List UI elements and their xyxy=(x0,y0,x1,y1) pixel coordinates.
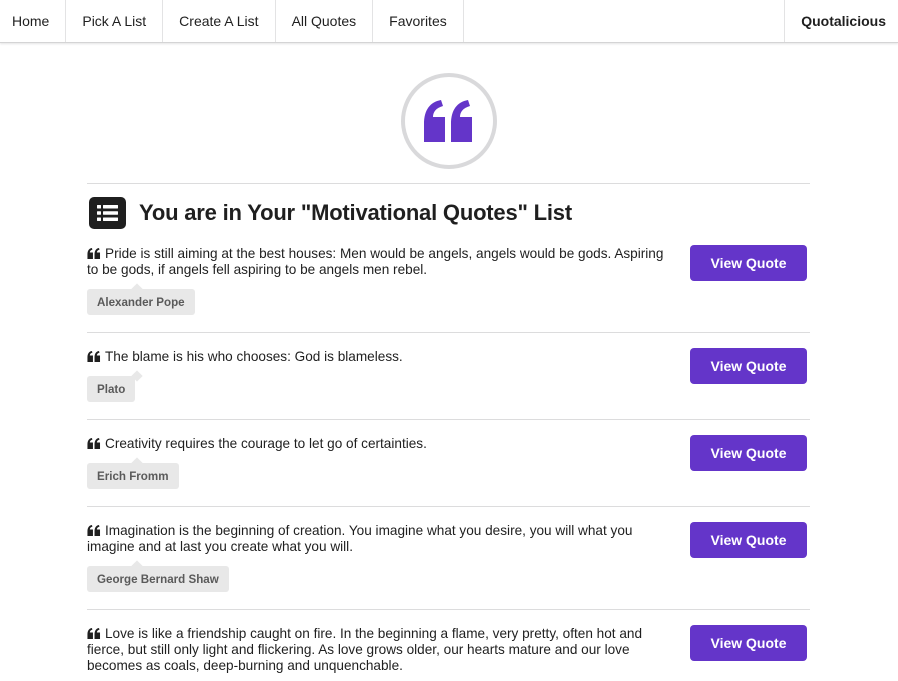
quote-left-icon xyxy=(87,351,101,362)
list-item: Imagination is the beginning of creation… xyxy=(87,522,810,609)
quote-text: Pride is still aiming at the best houses… xyxy=(87,246,677,278)
quote-left-icon xyxy=(424,100,472,142)
divider xyxy=(87,506,810,507)
author-label: Plato xyxy=(87,376,136,402)
quote-left-icon xyxy=(87,525,101,536)
nav-create-a-list[interactable]: Create A List xyxy=(163,0,276,42)
nav-all-quotes[interactable]: All Quotes xyxy=(276,0,374,42)
view-quote-button[interactable]: View Quote xyxy=(690,522,807,558)
list-icon xyxy=(89,197,126,229)
quote-body: Pride is still aiming at the best houses… xyxy=(87,246,664,277)
page-title: You are in Your "Motivational Quotes" Li… xyxy=(139,200,572,225)
quote-body: Imagination is the beginning of creation… xyxy=(87,523,633,554)
divider xyxy=(87,183,810,184)
quote-text: Love is like a friendship caught on fire… xyxy=(87,626,677,674)
top-nav: Home Pick A List Create A List All Quote… xyxy=(0,0,898,43)
logo xyxy=(401,73,497,169)
nav-home[interactable]: Home xyxy=(0,0,67,42)
author-label: George Bernard Shaw xyxy=(87,566,229,592)
quote-left-icon xyxy=(87,628,101,639)
list-item: Creativity requires the courage to let g… xyxy=(87,435,810,506)
nav-brand[interactable]: Quotalicious xyxy=(784,0,898,42)
quote-body: The blame is his who chooses: God is bla… xyxy=(105,349,403,364)
quote-body: Creativity requires the courage to let g… xyxy=(105,436,427,451)
view-quote-button[interactable]: View Quote xyxy=(690,245,807,281)
list-item: The blame is his who chooses: God is bla… xyxy=(87,348,810,419)
quote-text: The blame is his who chooses: God is bla… xyxy=(87,349,677,365)
quote-text: Creativity requires the courage to let g… xyxy=(87,436,677,452)
divider xyxy=(87,332,810,333)
author-label: Erich Fromm xyxy=(87,463,179,489)
nav-favorites[interactable]: Favorites xyxy=(373,0,464,42)
divider xyxy=(87,609,810,610)
quote-body: Love is like a friendship caught on fire… xyxy=(87,626,643,673)
divider xyxy=(87,419,810,420)
view-quote-button[interactable]: View Quote xyxy=(690,348,807,384)
page-heading: You are in Your "Motivational Quotes" Li… xyxy=(89,195,572,231)
quote-left-icon xyxy=(87,248,101,259)
quote-text: Imagination is the beginning of creation… xyxy=(87,523,677,555)
view-quote-button[interactable]: View Quote xyxy=(690,625,807,661)
list-item: Pride is still aiming at the best houses… xyxy=(87,245,810,332)
author-label: Alexander Pope xyxy=(87,289,195,315)
nav-pick-a-list[interactable]: Pick A List xyxy=(66,0,164,42)
quote-left-icon xyxy=(87,438,101,449)
list-item: Love is like a friendship caught on fire… xyxy=(87,625,810,681)
view-quote-button[interactable]: View Quote xyxy=(690,435,807,471)
